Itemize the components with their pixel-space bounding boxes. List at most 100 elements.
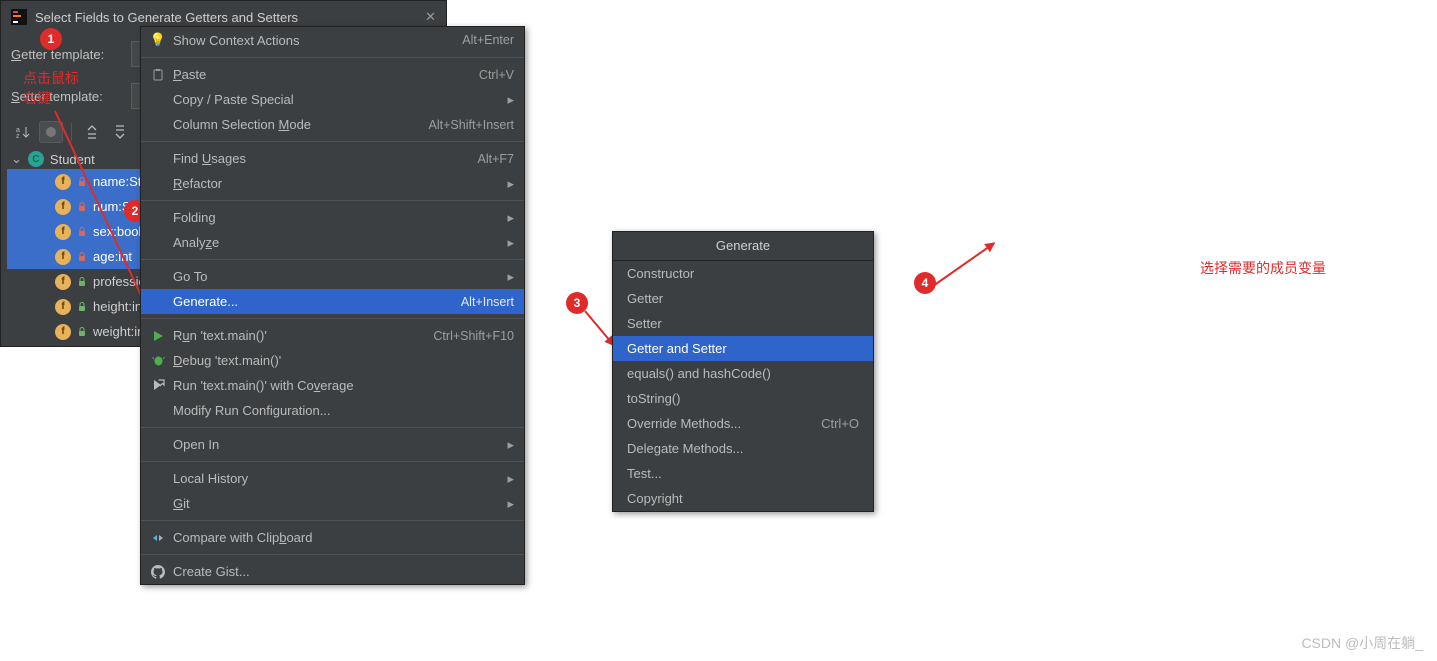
class-badge-icon: C xyxy=(28,151,44,167)
menu-label: Create Gist... xyxy=(169,564,514,579)
menu-item-generate[interactable]: Generate... Alt+Insert xyxy=(141,289,524,314)
menu-item-git[interactable]: Git ▸ xyxy=(141,491,524,516)
submenu-arrow-icon: ▸ xyxy=(500,471,514,487)
lightbulb-icon: 💡 xyxy=(147,32,169,48)
coverage-icon xyxy=(147,379,169,392)
generate-item-override[interactable]: Override Methods...Ctrl+O xyxy=(613,411,873,436)
submenu-arrow-icon: ▸ xyxy=(500,437,514,453)
annotation-text-1b: 右键 xyxy=(23,88,51,108)
menu-item-run-coverage[interactable]: Run 'text.main()' with Coverage xyxy=(141,373,524,398)
menu-item-copy-paste-special[interactable]: Copy / Paste Special ▸ xyxy=(141,87,524,112)
menu-item-goto[interactable]: Go To ▸ xyxy=(141,264,524,289)
generate-item-test[interactable]: Test... xyxy=(613,461,873,486)
menu-item-open-in[interactable]: Open In ▸ xyxy=(141,432,524,457)
caret-down-icon: ⌄ xyxy=(11,151,22,167)
collapse-all-icon[interactable] xyxy=(108,121,132,143)
menu-item-debug[interactable]: Debug 'text.main()' xyxy=(141,348,524,373)
menu-separator xyxy=(141,141,524,142)
annotation-text-select-members: 选择需要的成员变量 xyxy=(1200,258,1326,278)
submenu-arrow-icon: ▸ xyxy=(500,92,514,108)
menu-item-compare-clipboard[interactable]: Compare with Clipboard xyxy=(141,525,524,550)
class-name: Student xyxy=(50,152,95,167)
submenu-arrow-icon: ▸ xyxy=(500,235,514,251)
field-badge-icon: f xyxy=(55,174,71,190)
context-menu: 💡 Show Context Actions Alt+Enter Paste C… xyxy=(140,26,525,585)
menu-label: Analyze xyxy=(169,235,500,250)
field-badge-icon: f xyxy=(55,224,71,240)
menu-item-find-usages[interactable]: Find Usages Alt+F7 xyxy=(141,146,524,171)
generate-item-copyright[interactable]: Copyright xyxy=(613,486,873,511)
generate-item-getter[interactable]: Getter xyxy=(613,286,873,311)
field-badge-icon: f xyxy=(55,274,71,290)
svg-text:z: z xyxy=(16,133,20,139)
lock-package-icon xyxy=(77,277,87,287)
menu-separator xyxy=(141,259,524,260)
menu-shortcut: Alt+Enter xyxy=(462,33,514,47)
generate-item-setter[interactable]: Setter xyxy=(613,311,873,336)
menu-label: Copy / Paste Special xyxy=(169,92,500,107)
menu-separator xyxy=(141,200,524,201)
generate-item-constructor[interactable]: Constructor xyxy=(613,261,873,286)
annotation-arrow-4 xyxy=(932,242,995,287)
menu-label: Debug 'text.main()' xyxy=(169,353,514,368)
menu-label: Find Usages xyxy=(169,151,478,166)
menu-item-show-context[interactable]: 💡 Show Context Actions Alt+Enter xyxy=(141,27,524,53)
diff-icon xyxy=(147,531,169,545)
toolbar-separator xyxy=(71,123,72,141)
annotation-arrow-3 xyxy=(584,310,614,346)
menu-item-local-history[interactable]: Local History ▸ xyxy=(141,466,524,491)
generate-item-delegate[interactable]: Delegate Methods... xyxy=(613,436,873,461)
intellij-icon xyxy=(11,9,27,25)
menu-item-run[interactable]: Run 'text.main()' Ctrl+Shift+F10 xyxy=(141,323,524,348)
menu-item-analyze[interactable]: Analyze ▸ xyxy=(141,230,524,255)
menu-item-modify-run-config[interactable]: Modify Run Configuration... xyxy=(141,398,524,423)
menu-label: Column Selection Mode xyxy=(169,117,429,132)
submenu-arrow-icon: ▸ xyxy=(500,210,514,226)
run-icon xyxy=(147,330,169,342)
submenu-arrow-icon: ▸ xyxy=(500,176,514,192)
menu-shortcut: Ctrl+Shift+F10 xyxy=(433,329,514,343)
menu-label: Run 'text.main()' xyxy=(169,328,433,343)
field-badge-icon: f xyxy=(55,199,71,215)
menu-separator xyxy=(141,554,524,555)
menu-item-create-gist[interactable]: Create Gist... xyxy=(141,559,524,584)
menu-label: Folding xyxy=(169,210,500,225)
menu-label: Open In xyxy=(169,437,500,452)
clipboard-icon xyxy=(147,68,169,82)
generate-title: Generate xyxy=(613,232,873,261)
menu-item-folding[interactable]: Folding ▸ xyxy=(141,205,524,230)
field-badge-icon: f xyxy=(55,299,71,315)
submenu-arrow-icon: ▸ xyxy=(500,496,514,512)
menu-item-paste[interactable]: Paste Ctrl+V xyxy=(141,62,524,87)
annotation-badge-4: 4 xyxy=(914,272,936,294)
menu-label: Git xyxy=(169,496,500,511)
menu-item-column-selection[interactable]: Column Selection Mode Alt+Shift+Insert xyxy=(141,112,524,137)
menu-shortcut: Alt+Insert xyxy=(461,295,514,309)
menu-label: Run 'text.main()' with Coverage xyxy=(169,378,514,393)
submenu-arrow-icon: ▸ xyxy=(500,269,514,285)
generate-item-getter-setter[interactable]: Getter and Setter xyxy=(613,336,873,361)
generate-item-tostring[interactable]: toString() xyxy=(613,386,873,411)
github-icon xyxy=(147,565,169,579)
menu-label: Modify Run Configuration... xyxy=(169,403,514,418)
annotation-text-1a: 点击鼠标 xyxy=(23,68,79,88)
sort-az-icon[interactable]: az xyxy=(11,121,35,143)
menu-shortcut: Ctrl+V xyxy=(479,68,514,82)
lock-package-icon xyxy=(77,302,87,312)
field-badge-icon: f xyxy=(55,249,71,265)
menu-item-refactor[interactable]: Refactor ▸ xyxy=(141,171,524,196)
menu-label: Local History xyxy=(169,471,500,486)
lock-package-icon xyxy=(77,327,87,337)
menu-label: Generate... xyxy=(169,294,461,309)
close-icon[interactable]: ✕ xyxy=(425,9,436,25)
dialog-title: Select Fields to Generate Getters and Se… xyxy=(27,10,425,25)
menu-label: Show Context Actions xyxy=(169,33,462,48)
generate-item-equals-hashcode[interactable]: equals() and hashCode() xyxy=(613,361,873,386)
field-badge-icon: f xyxy=(55,324,71,340)
lock-private-icon xyxy=(77,202,87,212)
expand-all-icon[interactable] xyxy=(80,121,104,143)
field-label: height:int xyxy=(93,299,146,314)
getter-template-label: Getter template: xyxy=(11,47,123,62)
watermark: CSDN @小周在躺_ xyxy=(1301,633,1423,653)
menu-shortcut: Alt+F7 xyxy=(478,152,514,166)
